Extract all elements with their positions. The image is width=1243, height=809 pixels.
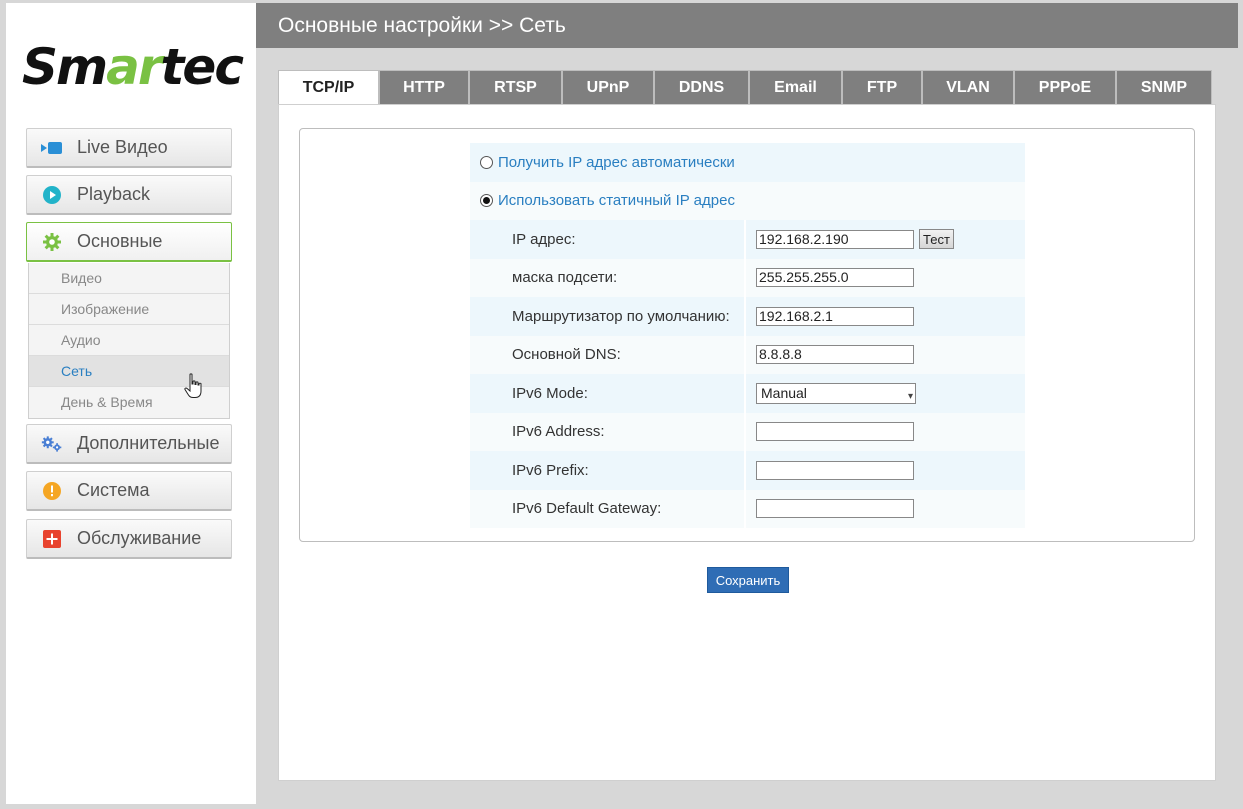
dns-row: Основной DNS: 8.8.8.8 (470, 335, 1025, 374)
tab-tcpip[interactable]: TCP/IP (278, 70, 379, 104)
ipv6-gateway-label: IPv6 Default Gateway: (470, 489, 746, 528)
ip-address-label: IP адрес: (470, 220, 746, 259)
subnet-mask-label: маска подсети: (470, 258, 746, 297)
submenu-item-audio[interactable]: Аудио (29, 325, 229, 356)
ipv6-address-label: IPv6 Address: (470, 412, 746, 451)
ip-address-row: IP адрес: 192.168.2.190 Тест (470, 220, 1025, 259)
ipv6-prefix-label: IPv6 Prefix: (470, 451, 746, 490)
video-camera-icon (41, 137, 63, 159)
hand-cursor-icon (184, 373, 202, 398)
settings-panel: Получить IP адрес автоматически Использо… (278, 104, 1216, 781)
page-title: Основные настройки >> Сеть (278, 14, 566, 37)
tab-vlan[interactable]: VLAN (922, 70, 1014, 104)
nav-playback-label: Playback (77, 184, 151, 204)
radio-button-checked[interactable] (480, 194, 493, 208)
nav-advanced-label: Дополнительные (77, 433, 220, 453)
nav-live-video-button[interactable]: Live Видео (26, 128, 232, 168)
tab-email[interactable]: Email (749, 70, 842, 104)
submenu-item-video[interactable]: Видео (29, 263, 229, 294)
gateway-label: Маршрутизатор по умолчанию: (470, 297, 746, 336)
tab-http[interactable]: HTTP (379, 70, 469, 104)
ipv6-gateway-row: IPv6 Default Gateway: (470, 489, 1025, 528)
ipv6-mode-row: IPv6 Mode: Manual ▾ (470, 374, 1025, 413)
submenu-item-image[interactable]: Изображение (29, 294, 229, 325)
test-button[interactable]: Тест (919, 229, 954, 250)
gateway-row: Маршрутизатор по умолчанию: 192.168.2.1 (470, 297, 1025, 336)
warning-icon (41, 480, 63, 502)
nav-live-video-label: Live Видео (77, 137, 168, 157)
tab-snmp[interactable]: SNMP (1116, 70, 1212, 104)
nav-playback-button[interactable]: Playback (26, 175, 232, 215)
nav-basic-button[interactable]: Основные (26, 222, 232, 262)
nav-basic-label: Основные (77, 231, 163, 251)
page-header: Основные настройки >> Сеть (256, 3, 1238, 48)
sidebar: Smartec Live Видео Playback Основные Вид… (6, 3, 256, 804)
gear-icon (41, 231, 63, 253)
nav-maintenance-label: Обслуживание (77, 528, 202, 548)
smartec-logo: Smartec (22, 38, 244, 96)
tcpip-form: Получить IP адрес автоматически Использо… (470, 143, 1025, 528)
subnet-mask-row: маска подсети: 255.255.255.0 (470, 258, 1025, 297)
dns-input[interactable]: 8.8.8.8 (756, 345, 914, 365)
nav-system-button[interactable]: Система (26, 471, 232, 511)
tab-ftp[interactable]: FTP (842, 70, 922, 104)
tab-ddns[interactable]: DDNS (654, 70, 749, 104)
play-icon (41, 184, 63, 206)
gears-icon (41, 433, 63, 455)
ipv6-address-input[interactable] (756, 422, 914, 442)
ipv6-address-row: IPv6 Address: (470, 412, 1025, 451)
save-button[interactable]: Сохранить (707, 567, 789, 593)
gateway-input[interactable]: 192.168.2.1 (756, 306, 914, 326)
tab-upnp[interactable]: UPnP (562, 70, 654, 104)
nav-advanced-button[interactable]: Дополнительные (26, 424, 232, 464)
plus-box-icon (41, 528, 63, 550)
radio-auto-ip-label: Получить IP адрес автоматически (498, 153, 735, 171)
ipv6-gateway-input[interactable] (756, 499, 914, 519)
tab-rtsp[interactable]: RTSP (469, 70, 562, 104)
radio-button-unchecked[interactable] (480, 155, 493, 169)
ipv6-prefix-row: IPv6 Prefix: (470, 451, 1025, 490)
nav-system-label: Система (77, 480, 150, 500)
radio-static-ip[interactable]: Использовать статичный IP адрес (470, 181, 1025, 220)
ipv6-mode-value: Manual (761, 384, 807, 401)
dropdown-arrow-icon: ▾ (907, 390, 913, 402)
radio-auto-ip[interactable]: Получить IP адрес автоматически (470, 143, 1025, 182)
subnet-mask-input[interactable]: 255.255.255.0 (756, 268, 914, 288)
ip-address-input[interactable]: 192.168.2.190 (756, 229, 914, 249)
nav-maintenance-button[interactable]: Обслуживание (26, 519, 232, 559)
tab-pppoe[interactable]: PPPoE (1014, 70, 1116, 104)
ipv6-mode-label: IPv6 Mode: (470, 374, 746, 413)
radio-static-ip-label: Использовать статичный IP адрес (498, 192, 735, 210)
tcpip-form-box: Получить IP адрес автоматически Использо… (299, 128, 1195, 542)
dns-label: Основной DNS: (470, 335, 746, 374)
ipv6-mode-select[interactable]: Manual ▾ (756, 382, 916, 404)
ipv6-prefix-input[interactable] (756, 460, 914, 480)
